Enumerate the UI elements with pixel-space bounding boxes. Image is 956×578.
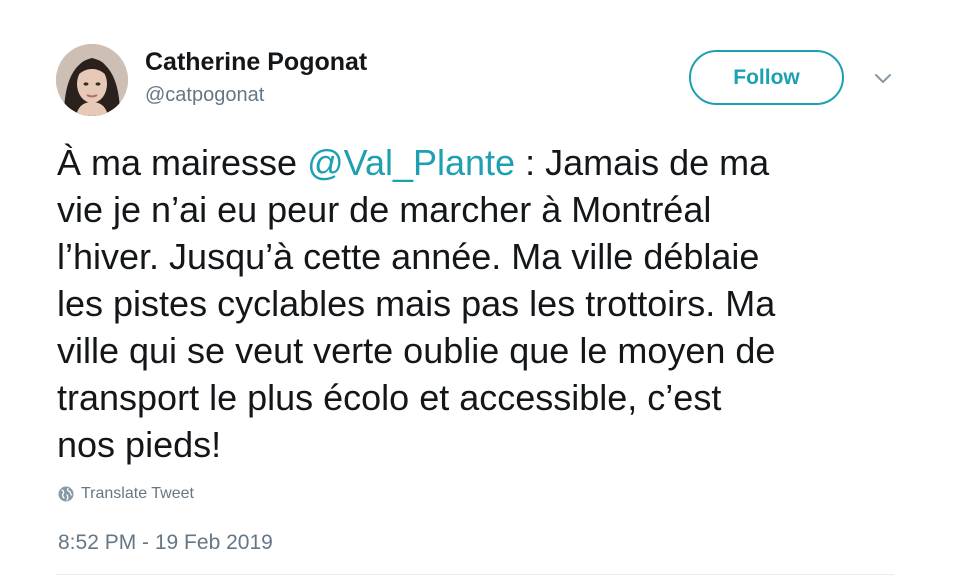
translate-tweet-link[interactable]: Translate Tweet — [58, 485, 194, 503]
tweet-text: À ma mairesse @Val_Plante : Jamais de ma… — [57, 139, 917, 468]
tweet-line: transport le plus écolo et accessible, c… — [57, 377, 722, 418]
avatar[interactable] — [56, 44, 128, 116]
tweet-line: nos pieds! — [57, 424, 222, 465]
tweet-card: Catherine Pogonat @catpogonat Follow À m… — [0, 0, 956, 578]
tweet-line: les pistes cyclables mais pas les trotto… — [57, 283, 776, 324]
follow-button[interactable]: Follow — [689, 50, 844, 105]
author-name[interactable]: Catherine Pogonat — [145, 48, 367, 77]
chevron-down-icon[interactable] — [872, 70, 894, 88]
tweet-line: vie je n’ai eu peur de marcher à Montréa… — [57, 189, 712, 230]
tweet-timestamp[interactable]: 8:52 PM - 19 Feb 2019 — [58, 531, 273, 555]
translate-label: Translate Tweet — [81, 485, 194, 502]
tweet-line: À ma mairesse @Val_Plante : Jamais de ma — [57, 142, 770, 183]
globe-icon — [58, 486, 74, 502]
tweet-line: ville qui se veut verte oublie que le mo… — [57, 330, 776, 371]
author-handle[interactable]: @catpogonat — [145, 84, 264, 107]
tweet-line: l’hiver. Jusqu’à cette année. Ma ville d… — [57, 236, 760, 277]
divider — [56, 574, 894, 575]
avatar-image — [56, 44, 128, 116]
mention-link[interactable]: @Val_Plante — [307, 142, 515, 183]
